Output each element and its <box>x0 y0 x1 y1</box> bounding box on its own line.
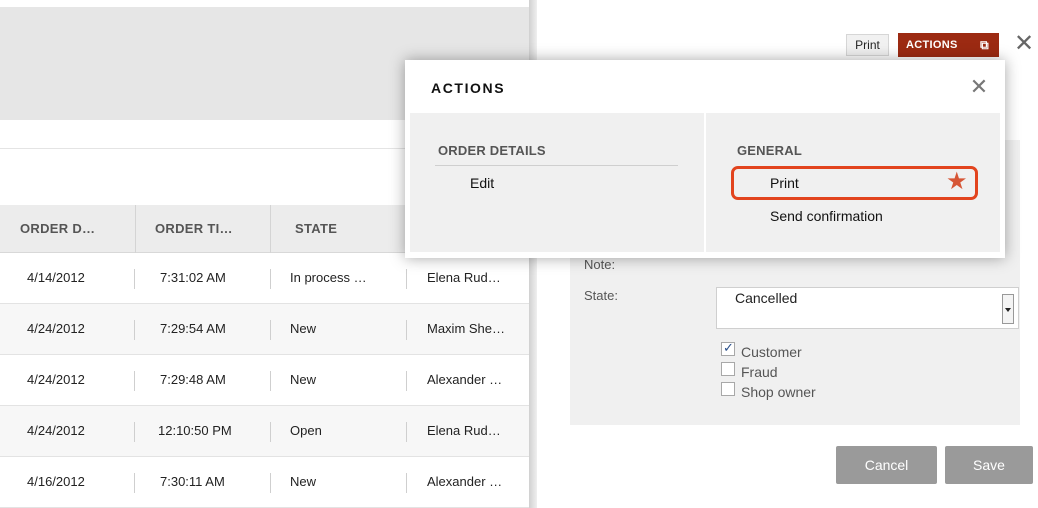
external-window-icon: ⧉ <box>980 38 989 52</box>
cell-order-date: 4/24/2012 <box>27 372 85 387</box>
section-divider <box>435 165 678 166</box>
cell-separator <box>270 473 271 493</box>
column-header-state[interactable]: STATE <box>295 205 337 253</box>
cell-state: New <box>290 372 317 387</box>
shop-owner-checkbox[interactable] <box>721 382 735 396</box>
cell-order-time: 12:10:50 PM <box>158 423 232 438</box>
customer-checkbox-label: Customer <box>741 344 802 360</box>
print-button[interactable]: Print <box>846 34 889 56</box>
cell-state: Open <box>290 423 322 438</box>
state-label: State: <box>584 288 618 303</box>
cell-state: New <box>290 474 317 489</box>
shop-owner-checkbox-label: Shop owner <box>741 384 816 400</box>
actions-button[interactable]: ACTIONS ⧉ <box>898 33 999 57</box>
table-row[interactable]: 4/16/2012 7:30:11 AM New Alexander … <box>0 457 529 508</box>
table-row[interactable]: 4/14/2012 7:31:02 AM In process … Elena … <box>0 253 529 304</box>
actions-popup: ACTIONS ✕ <box>405 60 1005 258</box>
cell-separator <box>270 371 271 391</box>
state-select[interactable]: Cancelled <box>716 287 1019 329</box>
close-icon[interactable]: ✕ <box>1012 30 1036 58</box>
cell-separator <box>406 422 407 442</box>
cell-customer: Alexander … <box>427 372 503 387</box>
cell-order-date: 4/24/2012 <box>27 321 85 336</box>
cell-state: In process … <box>290 270 367 285</box>
cell-separator <box>406 473 407 493</box>
order-grid: 4/14/2012 7:31:02 AM In process … Elena … <box>0 253 529 508</box>
cell-separator <box>134 473 135 493</box>
cell-separator <box>270 269 271 289</box>
fraud-checkbox-label: Fraud <box>741 364 778 380</box>
highlight-annotation <box>731 166 978 200</box>
column-separator[interactable] <box>270 205 271 253</box>
note-label: Note: <box>584 257 616 272</box>
action-edit[interactable]: Edit <box>470 175 494 191</box>
column-header-order-date[interactable]: ORDER D… <box>20 205 95 253</box>
cell-separator <box>406 269 407 289</box>
chevron-down-icon[interactable] <box>1002 294 1014 324</box>
customer-checkbox[interactable] <box>721 340 735 356</box>
cell-customer: Alexander … <box>427 474 503 489</box>
cell-customer: Maxim She… <box>427 321 506 336</box>
cell-order-time: 7:31:02 AM <box>160 270 226 285</box>
cell-order-time: 7:29:54 AM <box>160 321 226 336</box>
column-divider <box>704 113 706 252</box>
column-separator[interactable] <box>135 205 136 253</box>
cell-customer: Elena Rud… <box>427 423 501 438</box>
cell-order-time: 7:29:48 AM <box>160 372 226 387</box>
cell-order-date: 4/14/2012 <box>27 270 85 285</box>
state-select-value: Cancelled <box>735 290 798 306</box>
cell-separator <box>134 320 135 340</box>
cell-separator <box>270 320 271 340</box>
cancel-button[interactable]: Cancel <box>836 446 937 484</box>
table-row[interactable]: 4/24/2012 12:10:50 PM Open Elena Rud… <box>0 406 529 457</box>
popup-title: ACTIONS <box>431 80 506 96</box>
cell-order-time: 7:30:11 AM <box>160 474 225 489</box>
cell-separator <box>406 320 407 340</box>
column-header-order-time[interactable]: ORDER TI… <box>155 205 233 253</box>
section-heading-general: GENERAL <box>737 143 802 158</box>
cell-customer: Elena Rud… <box>427 270 501 285</box>
fraud-checkbox[interactable] <box>721 362 735 376</box>
section-heading-order-details: ORDER DETAILS <box>438 143 546 158</box>
cell-separator <box>270 422 271 442</box>
cell-state: New <box>290 321 317 336</box>
cell-order-date: 4/24/2012 <box>27 423 85 438</box>
cell-separator <box>134 371 135 391</box>
action-print[interactable]: Print <box>770 175 799 191</box>
cell-separator <box>134 269 135 289</box>
save-button[interactable]: Save <box>945 446 1033 484</box>
table-row[interactable]: 4/24/2012 7:29:54 AM New Maxim She… <box>0 304 529 355</box>
cell-order-date: 4/16/2012 <box>27 474 85 489</box>
actions-button-label: ACTIONS <box>906 39 958 51</box>
table-row[interactable]: 4/24/2012 7:29:48 AM New Alexander … <box>0 355 529 406</box>
star-icon[interactable]: ★ <box>946 166 968 198</box>
cell-separator <box>406 371 407 391</box>
action-send-confirmation[interactable]: Send confirmation <box>770 208 883 224</box>
close-icon[interactable]: ✕ <box>967 75 991 99</box>
cell-separator <box>134 422 135 442</box>
